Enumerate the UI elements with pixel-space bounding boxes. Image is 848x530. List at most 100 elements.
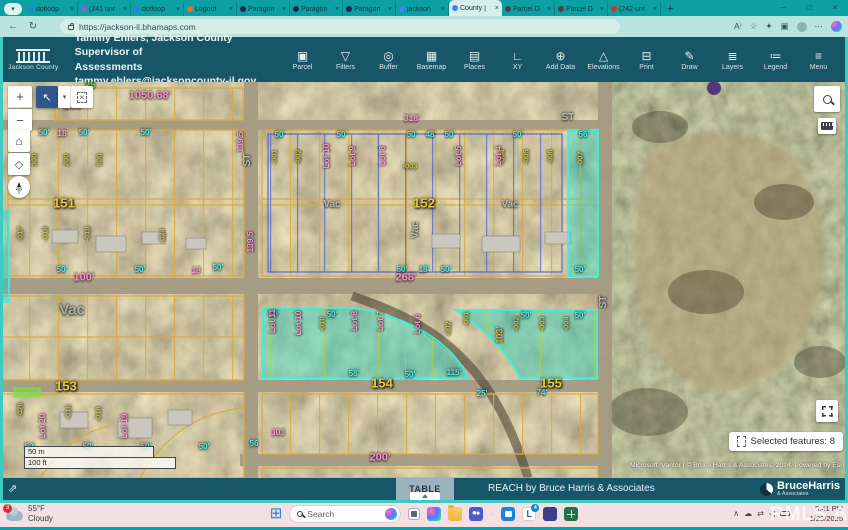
map-attribution: Microsoft, Vantor | © Bruce Harris & Ass… bbox=[630, 462, 844, 469]
volume-icon[interactable]: ◁ bbox=[769, 509, 775, 518]
tab-close-icon[interactable]: × bbox=[229, 6, 233, 13]
tab-search-button[interactable]: ▾ bbox=[4, 3, 22, 15]
close-icon[interactable]: × bbox=[822, 0, 848, 16]
windows-taskbar: 3 55°F Cloudy ⊞ Search L 4 bbox=[0, 500, 848, 527]
tab-close-icon[interactable]: × bbox=[653, 6, 657, 13]
maximize-icon[interactable]: □ bbox=[796, 0, 822, 16]
tool-legend[interactable]: ≔Legend bbox=[754, 49, 797, 71]
courthouse-image bbox=[16, 49, 50, 63]
more-icon[interactable]: ⋯ bbox=[815, 21, 824, 32]
minimize-icon[interactable]: – bbox=[770, 0, 796, 16]
logo-label: Jackson County bbox=[8, 64, 58, 71]
measure-button[interactable] bbox=[818, 118, 836, 134]
back-icon[interactable]: ← bbox=[6, 21, 20, 32]
system-tray: ∧ ☁ ⇄ ◁ bbox=[733, 509, 790, 518]
tab-close-icon[interactable]: × bbox=[176, 6, 180, 13]
tool-elevations[interactable]: △Elevations bbox=[582, 49, 625, 71]
copilot-app-icon[interactable] bbox=[427, 507, 441, 521]
taskbar-clock[interactable]: 5:41 PM 1/23/2025 bbox=[810, 504, 843, 524]
tool-basemap[interactable]: ▦Basemap bbox=[410, 49, 453, 71]
zoom-out-button[interactable]: − bbox=[8, 109, 32, 131]
zoom-in-button[interactable]: + bbox=[8, 86, 32, 108]
browser-tab[interactable]: Logout× bbox=[184, 2, 237, 16]
battery-icon[interactable] bbox=[780, 511, 790, 516]
zoom-to-selection-button[interactable] bbox=[816, 400, 838, 422]
url-bar-icons: A⁾ ☆ ✦ ▣ ⋯ bbox=[734, 21, 842, 32]
browser-tab[interactable]: (242 unr× bbox=[608, 2, 661, 16]
teams-icon[interactable] bbox=[469, 507, 483, 521]
share-icon[interactable]: ⇗ bbox=[8, 482, 17, 495]
browser-tab[interactable]: dotloop× bbox=[25, 2, 78, 16]
screen: ▾ dotloop×(241 unr×dotloop×Logout×Parago… bbox=[0, 0, 848, 530]
map-viewport[interactable]: 1050.68'100'25318'STSTST139.5139.51850'5… bbox=[0, 82, 848, 478]
browser-tab[interactable]: County |× bbox=[449, 0, 502, 16]
weather-widget[interactable]: 3 55°F Cloudy bbox=[6, 504, 53, 523]
tool-add-data[interactable]: ⊕Add Data bbox=[539, 49, 582, 71]
browser-tab[interactable]: Paragon× bbox=[237, 2, 290, 16]
tab-label: Parcel D bbox=[513, 6, 545, 13]
start-button[interactable]: ⊞ bbox=[270, 506, 283, 521]
tool-label: Layers bbox=[722, 64, 743, 71]
copilot-icon[interactable] bbox=[831, 21, 842, 32]
network-icon[interactable]: ⇄ bbox=[757, 509, 764, 518]
tab-favicon bbox=[399, 6, 405, 12]
excel-icon[interactable] bbox=[564, 507, 578, 521]
favorite-icon[interactable]: ☆ bbox=[750, 21, 758, 32]
tab-close-icon[interactable]: × bbox=[547, 6, 551, 13]
new-tab-button[interactable]: + bbox=[661, 2, 679, 16]
refresh-icon[interactable]: ↻ bbox=[26, 21, 40, 32]
tool-layers[interactable]: ≣Layers bbox=[711, 49, 754, 71]
tab-favicon bbox=[293, 6, 299, 12]
tab-close-icon[interactable]: × bbox=[600, 6, 604, 13]
file-explorer-icon[interactable] bbox=[448, 507, 462, 521]
map-canvas[interactable] bbox=[0, 82, 848, 478]
selected-features-badge[interactable]: Selected features: 8 bbox=[729, 432, 843, 451]
tab-close-icon[interactable]: × bbox=[335, 6, 339, 13]
tool-menu[interactable]: ≡Menu bbox=[797, 49, 840, 71]
locate-button[interactable]: ◇ bbox=[8, 153, 30, 175]
tool-print[interactable]: ⊟Print bbox=[625, 49, 668, 71]
read-aloud-icon[interactable]: A⁾ bbox=[734, 21, 742, 32]
edge-browser-icon[interactable] bbox=[490, 512, 494, 516]
tab-close-icon[interactable]: × bbox=[495, 5, 499, 12]
taskbar-search[interactable]: Search bbox=[289, 505, 401, 523]
tab-favicon bbox=[134, 6, 140, 12]
select-tool-button[interactable]: ↖ bbox=[36, 86, 58, 108]
tab-close-icon[interactable]: × bbox=[282, 6, 286, 13]
table-collapse-button[interactable] bbox=[410, 492, 440, 500]
profile-avatar[interactable] bbox=[797, 22, 807, 32]
collections-icon[interactable]: ▣ bbox=[780, 21, 788, 32]
compass-button[interactable] bbox=[8, 176, 30, 198]
tool-buffer[interactable]: ◎Buffer bbox=[367, 49, 410, 71]
bottom-bar: ⇗ TABLE REACH by Bruce Harris & Associat… bbox=[0, 478, 848, 500]
tool-xy[interactable]: ∟XY bbox=[496, 49, 539, 71]
map-search-button[interactable] bbox=[814, 86, 840, 112]
loop-app-icon[interactable]: L 4 bbox=[522, 507, 536, 521]
select-tool-dropdown[interactable]: ▾ bbox=[58, 86, 71, 108]
tool-draw[interactable]: ✎Draw bbox=[668, 49, 711, 71]
browser-tab[interactable]: Parcel D× bbox=[555, 2, 608, 16]
onenote-icon[interactable] bbox=[543, 507, 557, 521]
browser-tab[interactable]: dotloop× bbox=[131, 2, 184, 16]
browser-tab[interactable]: Parcel D× bbox=[502, 2, 555, 16]
browser-essentials-icon[interactable]: ✦ bbox=[765, 21, 772, 32]
tool-filters[interactable]: ▽Filters bbox=[324, 49, 367, 71]
home-extent-button[interactable]: ⌂ bbox=[8, 130, 30, 152]
onedrive-icon[interactable]: ☁ bbox=[744, 509, 752, 518]
tab-close-icon[interactable]: × bbox=[70, 6, 74, 13]
task-view-button[interactable] bbox=[408, 508, 420, 520]
browser-tab[interactable]: Paragon× bbox=[343, 2, 396, 16]
browser-tab[interactable]: jackson× bbox=[396, 2, 449, 16]
tool-places[interactable]: ▤Places bbox=[453, 49, 496, 71]
tab-close-icon[interactable]: × bbox=[388, 6, 392, 13]
browser-tab[interactable]: (241 unr× bbox=[78, 2, 131, 16]
tab-close-icon[interactable]: × bbox=[123, 6, 127, 13]
tab-close-icon[interactable]: × bbox=[441, 6, 445, 13]
tool-label: Elevations bbox=[587, 64, 619, 71]
tray-chevron-icon[interactable]: ∧ bbox=[733, 509, 739, 518]
browser-tab[interactable]: Paragon× bbox=[290, 2, 343, 16]
clear-selection-button[interactable]: × bbox=[71, 86, 93, 108]
microsoft-store-icon[interactable] bbox=[501, 507, 515, 521]
tool-parcel[interactable]: ▣Parcel bbox=[281, 49, 324, 71]
tool-label: Add Data bbox=[546, 64, 575, 71]
